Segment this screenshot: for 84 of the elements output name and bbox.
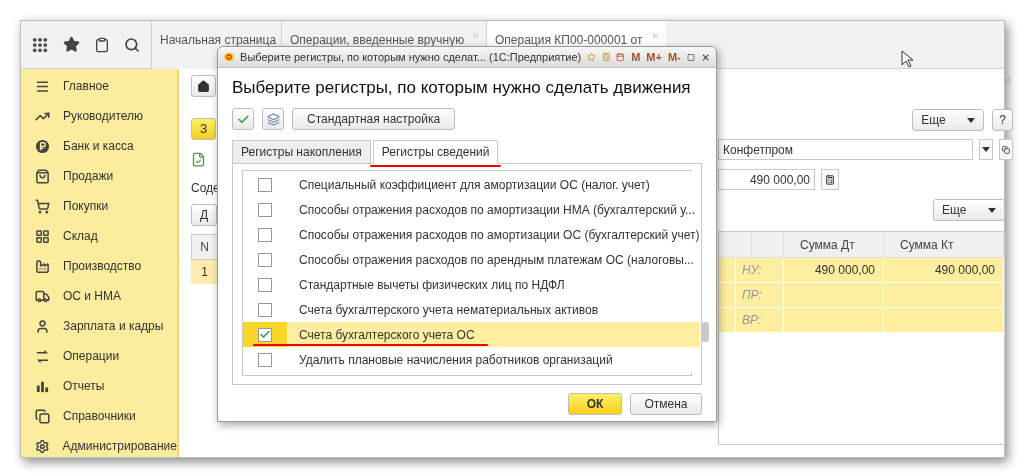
add-button[interactable]: Д bbox=[191, 204, 218, 226]
sidebar-item[interactable]: Главное bbox=[21, 71, 177, 101]
truck-icon bbox=[35, 288, 50, 304]
memory-button[interactable]: M bbox=[631, 51, 641, 63]
table-cell: 490 000,00 bbox=[934, 263, 995, 277]
checkbox[interactable] bbox=[258, 227, 272, 242]
star-icon[interactable] bbox=[63, 36, 80, 53]
arrows-icon bbox=[35, 348, 50, 364]
check-icon bbox=[236, 112, 250, 126]
sidebar-item[interactable]: Справочники bbox=[21, 401, 177, 431]
default-settings-button[interactable]: Стандартная настройка bbox=[292, 108, 456, 130]
table-header: N bbox=[191, 234, 218, 260]
sidebar-item[interactable]: Продажи bbox=[21, 161, 177, 191]
open-button[interactable] bbox=[999, 139, 1013, 160]
dropdown-button[interactable] bbox=[979, 139, 993, 160]
calendar-icon[interactable] bbox=[616, 51, 626, 63]
amount-field[interactable]: 490 000,00 bbox=[718, 169, 815, 190]
check-all-button[interactable] bbox=[232, 108, 254, 130]
checkbox[interactable] bbox=[258, 177, 272, 192]
checkbox[interactable] bbox=[258, 202, 272, 217]
checkbox[interactable] bbox=[258, 277, 272, 292]
cart-icon bbox=[35, 198, 50, 214]
help-button[interactable]: ? bbox=[992, 109, 1013, 131]
factory-icon bbox=[35, 258, 50, 274]
sidebar-item[interactable]: Отчеты bbox=[21, 371, 177, 401]
grid-icon bbox=[35, 228, 50, 244]
scrollbar[interactable] bbox=[701, 322, 709, 342]
sidebar-item[interactable]: Зарплата и кадры bbox=[21, 311, 177, 341]
dialog-button[interactable]: Отмена bbox=[630, 393, 702, 415]
caret-icon bbox=[967, 117, 976, 123]
table-cell: ВР: bbox=[742, 313, 762, 327]
memory-button[interactable]: M+ bbox=[646, 51, 662, 63]
person-icon bbox=[35, 318, 50, 334]
layers-icon bbox=[266, 112, 280, 126]
caret-icon bbox=[988, 207, 996, 213]
checkbox[interactable] bbox=[258, 327, 272, 342]
bag-icon bbox=[35, 168, 50, 184]
caret-icon bbox=[982, 147, 990, 152]
create-button[interactable]: З bbox=[191, 118, 217, 140]
document-check-icon[interactable] bbox=[191, 152, 206, 167]
calculator-button[interactable] bbox=[821, 169, 839, 190]
documents-icon bbox=[35, 408, 50, 424]
apps-icon[interactable] bbox=[31, 35, 49, 54]
sidebar-item[interactable]: ОС и НМА bbox=[21, 281, 177, 311]
table-cell: 490 000,00 bbox=[814, 263, 875, 277]
sidebar-item[interactable]: Руководителю bbox=[21, 101, 177, 131]
coin-icon bbox=[35, 138, 50, 154]
app-logo-icon bbox=[224, 51, 235, 63]
uncheck-all-button[interactable] bbox=[262, 108, 284, 130]
settings-icon bbox=[35, 438, 50, 454]
home-button[interactable] bbox=[191, 75, 216, 97]
dialog-heading: Выберите регистры, по которым нужно сделать движения bbox=[232, 78, 692, 98]
sidebar-item[interactable]: Операции bbox=[21, 341, 177, 371]
sidebar-item[interactable]: Покупки bbox=[21, 191, 177, 221]
check-icon bbox=[259, 328, 271, 341]
column-header: Сумма Дт bbox=[784, 232, 884, 257]
dialog-button[interactable]: ОК bbox=[568, 393, 622, 415]
sidebar-item[interactable]: Администрирование bbox=[21, 431, 177, 461]
sidebar-item[interactable]: Склад bbox=[21, 221, 177, 251]
search-icon[interactable] bbox=[124, 36, 140, 53]
sidebar-item[interactable]: Банк и касса bbox=[21, 131, 177, 161]
calculator-icon[interactable] bbox=[601, 51, 611, 63]
column-header: Сумма Кт bbox=[884, 232, 1004, 257]
calculator-icon bbox=[825, 174, 835, 185]
tab[interactable]: Регистры накопления bbox=[232, 140, 371, 164]
organization-field[interactable]: Конфетпром bbox=[718, 139, 973, 160]
table-cell: НУ: bbox=[742, 263, 762, 277]
maximize-icon[interactable] bbox=[686, 51, 695, 63]
table-cell: ПР: bbox=[742, 288, 762, 302]
favorite-icon[interactable] bbox=[587, 51, 596, 63]
cursor-icon bbox=[901, 50, 913, 68]
more-button[interactable]: Еще bbox=[912, 109, 985, 131]
checkbox[interactable] bbox=[258, 252, 272, 267]
open-icon bbox=[1002, 145, 1010, 154]
sidebar-item[interactable]: Производство bbox=[21, 251, 177, 281]
list-item[interactable]: Счета бухгалтерского учета ОС bbox=[243, 322, 700, 347]
menu-icon bbox=[35, 78, 50, 94]
more-button[interactable]: Еще bbox=[933, 199, 1005, 221]
checkbox[interactable] bbox=[258, 302, 272, 317]
tab[interactable]: Регистры сведений bbox=[372, 140, 499, 164]
checkbox[interactable] bbox=[258, 352, 272, 367]
home-icon bbox=[197, 79, 210, 93]
table-cell: 1 bbox=[191, 260, 218, 284]
memory-button[interactable]: M- bbox=[667, 51, 681, 63]
